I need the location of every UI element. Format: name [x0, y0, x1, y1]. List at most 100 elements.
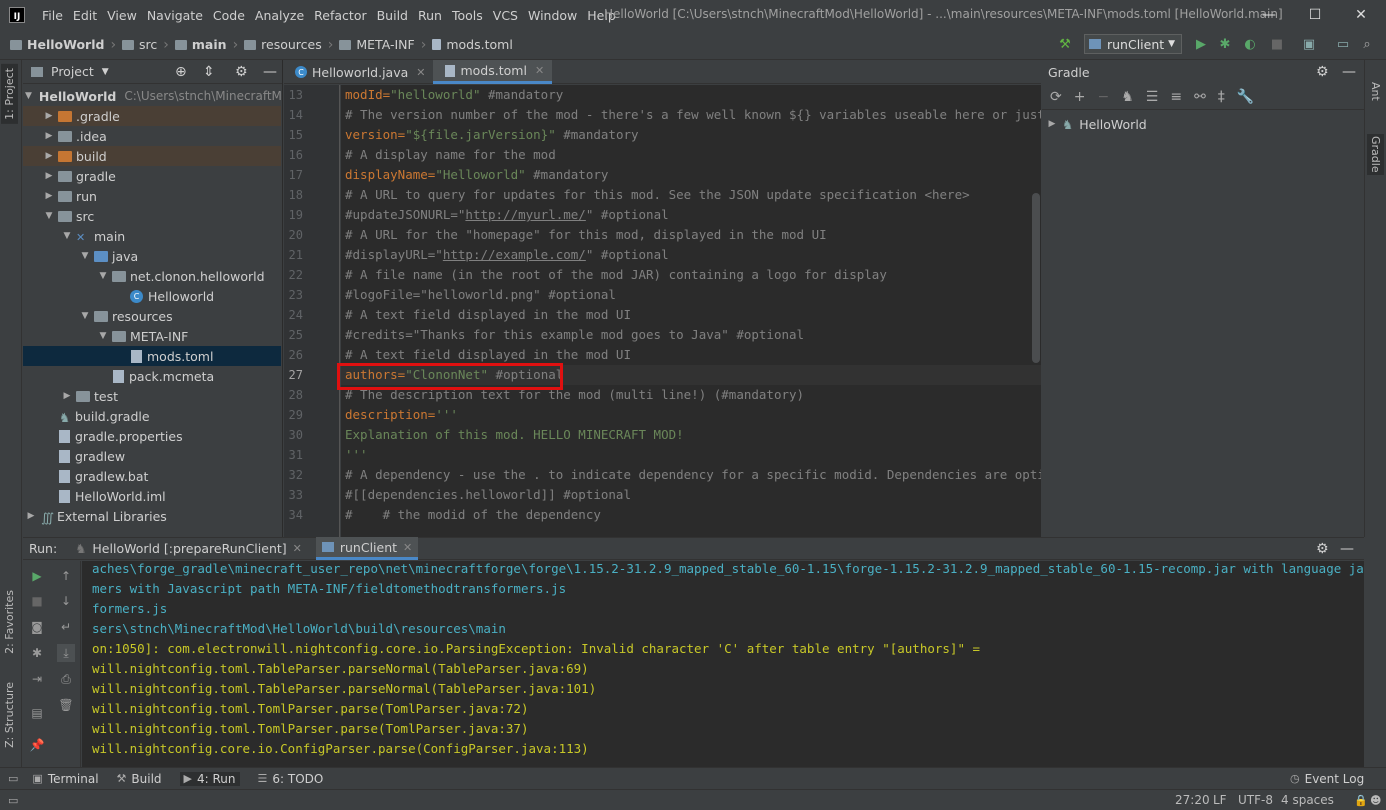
- menu-edit[interactable]: Edit: [68, 8, 102, 23]
- maximize-button[interactable]: ☐: [1292, 0, 1338, 30]
- tool-build[interactable]: ⚒ Build: [117, 772, 162, 786]
- build-hammer-icon[interactable]: ⚒: [1056, 35, 1074, 53]
- run-tab-runclient[interactable]: runClient ✕: [315, 537, 419, 560]
- tool-run[interactable]: ▶ 4: Run: [179, 771, 240, 786]
- run-configuration-select[interactable]: runClient ▼: [1084, 34, 1182, 54]
- code-line[interactable]: modId="helloworld" #mandatory: [345, 85, 563, 105]
- tree-item-gradlew-bat[interactable]: gradlew.bat: [23, 466, 281, 486]
- gradle-tree-root[interactable]: ▶ ♞ HelloWorld: [1042, 114, 1364, 134]
- run-icon[interactable]: ▶: [1192, 35, 1210, 53]
- menu-window[interactable]: Window: [523, 8, 582, 23]
- close-tab-icon[interactable]: ✕: [293, 542, 302, 555]
- coverage-icon[interactable]: ◐: [1241, 35, 1259, 53]
- tree-item-src[interactable]: ▼ src: [23, 206, 281, 226]
- close-tab-icon[interactable]: ✕: [535, 64, 544, 77]
- collapse-all-icon[interactable]: ≡: [1170, 89, 1182, 105]
- code-line[interactable]: #credits="Thanks for this example mod go…: [345, 325, 804, 345]
- breadcrumb-src[interactable]: src ›: [116, 37, 169, 53]
- camera-icon[interactable]: ◙: [28, 618, 46, 636]
- chevron-down-icon[interactable]: ▼: [79, 251, 91, 261]
- expand-all-icon[interactable]: ☰: [1146, 89, 1159, 105]
- gear-icon[interactable]: ⚙: [1316, 541, 1329, 557]
- project-structure-icon[interactable]: ▣: [1300, 35, 1318, 53]
- minimize-button[interactable]: —: [1246, 0, 1292, 30]
- tree-item-gradle-properties[interactable]: gradle.properties: [23, 426, 281, 446]
- tab-gradle-tool[interactable]: Gradle: [1367, 134, 1384, 175]
- menu-vcs[interactable]: VCS: [488, 8, 523, 23]
- trash-icon[interactable]: 🗑: [57, 696, 75, 714]
- code-line[interactable]: # A text field displayed in the mod UI: [345, 345, 631, 365]
- tree-item-resources[interactable]: ▼ resources: [23, 306, 281, 326]
- tree-item-gradle-dir[interactable]: ▶ .gradle: [23, 106, 281, 126]
- menu-code[interactable]: Code: [208, 8, 250, 23]
- close-button[interactable]: ✕: [1338, 0, 1384, 30]
- breadcrumb-file[interactable]: mods.toml: [426, 37, 513, 52]
- code-line[interactable]: Explanation of this mod. HELLO MINECRAFT…: [345, 425, 684, 445]
- terminal-window-icon[interactable]: ▭: [1334, 35, 1352, 53]
- menu-build[interactable]: Build: [372, 8, 413, 23]
- code-line[interactable]: # A display name for the mod: [345, 145, 556, 165]
- tab-favorites-tool[interactable]: 2: Favorites: [1, 586, 18, 658]
- indent-setting[interactable]: 4 spaces: [1281, 793, 1334, 807]
- pin-icon[interactable]: 📌: [28, 736, 46, 754]
- code-line[interactable]: #displayURL="http://example.com/" #optio…: [345, 245, 669, 265]
- arrow-up-icon[interactable]: ↑: [57, 567, 75, 585]
- code-line[interactable]: # The version number of the mod - there'…: [345, 105, 1041, 125]
- chevron-down-icon[interactable]: ▼: [97, 331, 109, 341]
- gear-icon[interactable]: ⚙: [235, 64, 248, 80]
- code-line[interactable]: #logoFile="helloworld.png" #optional: [345, 285, 616, 305]
- code-line[interactable]: # A URL for the "homepage" for this mod,…: [345, 225, 827, 245]
- tab-structure-tool[interactable]: Z: Structure: [1, 678, 18, 752]
- tree-item-main[interactable]: ▼ ✕ main: [23, 226, 281, 246]
- tree-item-idea[interactable]: ▶ .idea: [23, 126, 281, 146]
- file-encoding[interactable]: UTF-8: [1238, 793, 1273, 807]
- chevron-down-icon[interactable]: ▼: [25, 91, 32, 101]
- editor-scrollbar[interactable]: [1032, 193, 1040, 363]
- rerun-icon[interactable]: ▶: [28, 567, 46, 585]
- close-tab-icon[interactable]: ✕: [403, 541, 412, 554]
- gear-icon[interactable]: ⚙: [1316, 64, 1329, 80]
- toggle-tool-windows-icon[interactable]: ▭: [8, 772, 18, 785]
- menu-refactor[interactable]: Refactor: [309, 8, 371, 23]
- code-line[interactable]: # # the modid of the dependency: [345, 505, 601, 525]
- code-line[interactable]: version="${file.jarVersion}" #mandatory: [345, 125, 639, 145]
- chevron-right-icon[interactable]: ▶: [1046, 119, 1058, 129]
- code-line[interactable]: displayName="Helloworld" #mandatory: [345, 165, 608, 185]
- tree-item-build-gradle[interactable]: ♞ build.gradle: [23, 406, 281, 426]
- tab-project-tool[interactable]: 1: Project: [1, 64, 18, 124]
- tree-item-gradlew[interactable]: gradlew: [23, 446, 281, 466]
- menu-view[interactable]: View: [102, 8, 142, 23]
- menu-analyze[interactable]: Analyze: [250, 8, 309, 23]
- code-line[interactable]: description=''': [345, 405, 458, 425]
- arrow-down-icon[interactable]: ↓: [57, 592, 75, 610]
- code-line[interactable]: # A text field displayed in the mod UI: [345, 305, 631, 325]
- tab-helloworld-java[interactable]: C Helloworld.java ✕: [284, 60, 433, 84]
- wrench-icon[interactable]: 🔧: [1237, 89, 1254, 105]
- tree-item-helloworld-iml[interactable]: HelloWorld.iml: [23, 486, 281, 506]
- menu-tools[interactable]: Tools: [447, 8, 488, 23]
- code-line[interactable]: #[[dependencies.helloworld]] #optional: [345, 485, 631, 505]
- code-line[interactable]: ''': [345, 445, 368, 465]
- tree-item-test[interactable]: ▶ test: [23, 386, 281, 406]
- line-separator[interactable]: LF: [1213, 793, 1227, 807]
- code-line[interactable]: # A URL to query for updates for this mo…: [345, 185, 970, 205]
- tree-item-helloworld-class[interactable]: C Helloworld: [23, 286, 281, 306]
- tree-item-helloworld[interactable]: ▼ HelloWorld C:\Users\stnch\MinecraftMo: [23, 86, 282, 106]
- chevron-down-icon[interactable]: ▼: [102, 67, 109, 77]
- chevron-right-icon[interactable]: ▶: [25, 511, 37, 521]
- hector-icon[interactable]: ☻: [1370, 794, 1381, 807]
- tree-item-meta-inf[interactable]: ▼ META-INF: [23, 326, 281, 346]
- stop-icon[interactable]: ■: [28, 592, 46, 610]
- search-icon[interactable]: ⌕: [1358, 35, 1376, 53]
- hide-panel-icon[interactable]: —: [1342, 64, 1356, 80]
- tree-item-gradle[interactable]: ▶ gradle: [23, 166, 281, 186]
- stop-icon[interactable]: ■: [1268, 35, 1286, 53]
- menu-navigate[interactable]: Navigate: [142, 8, 208, 23]
- menu-run[interactable]: Run: [413, 8, 447, 23]
- refresh-icon[interactable]: ⟳: [1050, 89, 1062, 105]
- code-editor[interactable]: modId="helloworld" #mandatory # The versi…: [341, 85, 1041, 537]
- chevron-right-icon[interactable]: ▶: [43, 171, 55, 181]
- print-icon[interactable]: ⎙: [57, 670, 75, 688]
- chevron-down-icon[interactable]: ▼: [61, 231, 73, 241]
- tree-item-run[interactable]: ▶ run: [23, 186, 281, 206]
